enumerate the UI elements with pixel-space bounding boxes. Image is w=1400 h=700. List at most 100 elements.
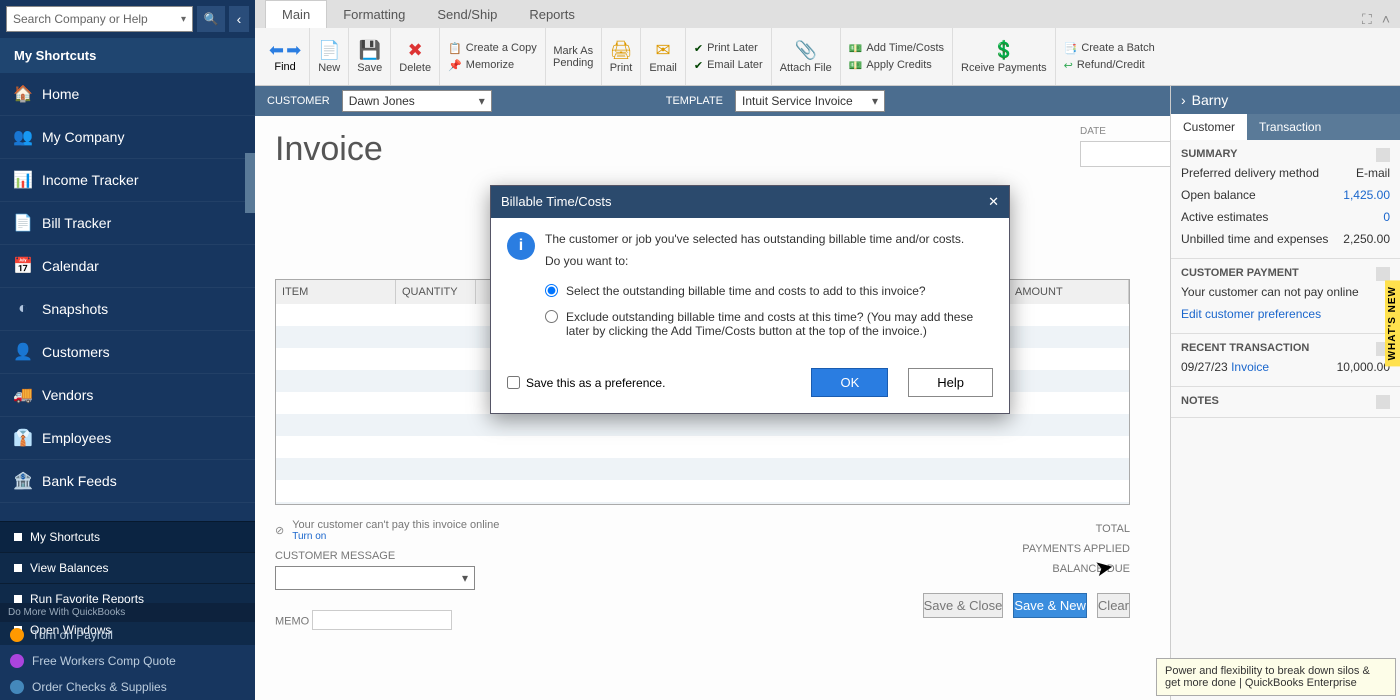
shortcuts-header: My Shortcuts — [0, 38, 255, 73]
template-select[interactable]: Intuit Service Invoice — [735, 90, 885, 112]
do-more-order-checks[interactable]: Order Checks & Supplies — [0, 674, 255, 700]
footer-my-shortcuts[interactable]: My Shortcuts — [0, 521, 255, 552]
memo-input[interactable] — [312, 610, 452, 630]
collapse-up-icon[interactable]: ˄ — [1382, 11, 1390, 28]
check-icon: ✔ — [694, 42, 703, 55]
modal-option1[interactable]: Select the outstanding billable time and… — [507, 278, 993, 304]
edit-notes-icon[interactable] — [1376, 395, 1390, 409]
create-copy-button[interactable]: 📋Create a Copy — [448, 40, 537, 57]
tab-reports[interactable]: Reports — [513, 1, 591, 28]
create-batch-button[interactable]: 📑Create a Batch — [1064, 40, 1155, 57]
rp-customer-name[interactable]: ›Barny — [1171, 86, 1400, 114]
save-button[interactable]: 💾Save — [349, 28, 391, 85]
col-amount: AMOUNT — [1009, 280, 1129, 304]
nav-customers[interactable]: 👤Customers — [0, 331, 255, 374]
clear-button[interactable]: Clear — [1097, 593, 1130, 618]
edit-cust-pref-link[interactable]: Edit customer preferences — [1181, 307, 1321, 321]
do-more-workers-comp[interactable]: Free Workers Comp Quote — [0, 648, 255, 674]
home-icon: 🏠 — [14, 85, 32, 103]
prev-arrow-icon[interactable]: ⬅ — [269, 40, 284, 61]
tab-formatting[interactable]: Formatting — [327, 1, 421, 28]
memorize-button[interactable]: 📌Memorize — [448, 57, 514, 74]
do-more-header: Do More With QuickBooks — [0, 603, 255, 622]
left-sidebar: Search Company or Help▾ 🔍 ‹ My Shortcuts… — [0, 0, 255, 700]
refund-group: 📑Create a Batch ↩Refund/Credit — [1056, 28, 1163, 85]
nav-bill-tracker[interactable]: 📄Bill Tracker — [0, 202, 255, 245]
chevron-right-icon: › — [1181, 92, 1186, 108]
maximize-icon[interactable]: ⛶ — [1362, 11, 1372, 28]
rp-recent-title: RECENT TRANSACTION — [1181, 342, 1309, 356]
rp-tab-transaction[interactable]: Transaction — [1247, 114, 1333, 140]
edit-payment-icon[interactable] — [1376, 267, 1390, 281]
cust-msg-select[interactable] — [275, 566, 475, 590]
print-button[interactable]: 🖨Print — [602, 28, 642, 85]
sidebar-scrollbar[interactable] — [245, 153, 255, 213]
cant-pay-text: Your customer can't pay this invoice onl… — [292, 519, 499, 531]
nav-my-company[interactable]: 👥My Company — [0, 116, 255, 159]
nav-snapshots[interactable]: ◐Snapshots — [0, 288, 255, 331]
print-later-check[interactable]: ✔Print Later — [694, 40, 758, 57]
email-icon: ✉ — [652, 40, 674, 62]
save-pref-checkbox[interactable] — [507, 376, 520, 389]
save-close-button[interactable]: Save & Close — [923, 593, 1004, 618]
new-icon: 📄 — [318, 40, 340, 62]
search-input[interactable]: Search Company or Help▾ — [6, 6, 193, 32]
nav-home[interactable]: 🏠Home — [0, 73, 255, 116]
credit-icon: 💵 — [849, 59, 863, 72]
rp-recent-link[interactable]: Invoice — [1231, 360, 1269, 374]
email-button[interactable]: ✉Email — [641, 28, 686, 85]
receive-icon: 💲 — [993, 40, 1015, 62]
do-more-payroll[interactable]: Turn on Payroll — [0, 622, 255, 648]
later-group: ✔Print Later ✔Email Later — [686, 28, 772, 85]
modal-msg1: The customer or job you've selected has … — [545, 232, 964, 246]
collapse-sidebar-button[interactable]: ‹ — [229, 6, 249, 32]
rp-tab-customer[interactable]: Customer — [1171, 114, 1247, 140]
delete-icon: ✖ — [404, 40, 426, 62]
delete-button[interactable]: ✖Delete — [391, 28, 440, 85]
modal-ok-button[interactable]: OK — [811, 368, 888, 397]
receive-payments-button[interactable]: 💲Rceive Payments — [953, 28, 1056, 85]
mark-pending-button[interactable]: Mark As Pending — [546, 28, 602, 85]
nav-calendar[interactable]: 📅Calendar — [0, 245, 255, 288]
apply-credits-button[interactable]: 💵Apply Credits — [849, 57, 932, 74]
search-button[interactable]: 🔍 — [197, 6, 225, 32]
email-later-check[interactable]: ✔Email Later — [694, 57, 763, 74]
tooltip: Power and flexibility to break down silo… — [1156, 658, 1396, 696]
tab-main[interactable]: Main — [265, 0, 327, 28]
customers-icon: 👤 — [14, 343, 32, 361]
company-icon: 👥 — [14, 128, 32, 146]
nav-income-tracker[interactable]: 📊Income Tracker — [0, 159, 255, 202]
calendar-icon: 📅 — [14, 257, 32, 275]
print-icon: 🖨 — [610, 40, 632, 62]
modal-title: Billable Time/Costs — [501, 194, 612, 210]
edit-summary-icon[interactable] — [1376, 148, 1390, 162]
modal-close-icon[interactable]: ✕ — [988, 194, 999, 210]
whats-new-tab[interactable]: WHAT'S NEW — [1385, 280, 1400, 366]
refund-button[interactable]: ↩Refund/Credit — [1064, 57, 1145, 74]
rp-summary-title: SUMMARY — [1181, 148, 1237, 162]
billable-modal: Billable Time/Costs ✕ i The customer or … — [490, 185, 1010, 414]
nav-vendors[interactable]: 🚚Vendors — [0, 374, 255, 417]
modal-help-button[interactable]: Help — [908, 368, 993, 397]
save-pref-check[interactable]: Save this as a preference. — [507, 376, 665, 390]
save-new-button[interactable]: Save & New — [1013, 593, 1087, 618]
info-icon: i — [507, 232, 535, 260]
modal-msg2: Do you want to: — [545, 254, 964, 268]
next-arrow-icon[interactable]: ➡ — [286, 40, 301, 61]
nav-employees[interactable]: 👔Employees — [0, 417, 255, 460]
vendors-icon: 🚚 — [14, 386, 32, 404]
modal-option2[interactable]: Exclude outstanding billable time and co… — [507, 304, 993, 344]
customer-select[interactable]: Dawn Jones — [342, 90, 492, 112]
tab-send-ship[interactable]: Send/Ship — [421, 1, 513, 28]
radio-select[interactable] — [545, 284, 558, 297]
attach-button[interactable]: 📎Attach File — [772, 28, 841, 85]
nav-bank-feeds[interactable]: 🏦Bank Feeds — [0, 460, 255, 503]
new-button[interactable]: 📄New — [310, 28, 349, 85]
footer-view-balances[interactable]: View Balances — [0, 552, 255, 583]
radio-exclude[interactable] — [545, 310, 558, 323]
find-group[interactable]: ⬅➡ Find — [261, 28, 310, 85]
add-time-button[interactable]: 💵Add Time/Costs — [849, 40, 944, 57]
bank-icon: 🏦 — [14, 472, 32, 490]
turn-on-link[interactable]: Turn on — [292, 531, 499, 542]
total-label: TOTAL — [923, 519, 1130, 539]
